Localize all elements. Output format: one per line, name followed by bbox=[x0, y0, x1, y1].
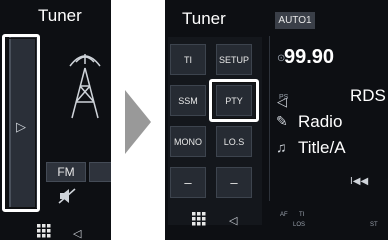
artist-title-icon: ♫ bbox=[276, 139, 287, 155]
grid-menu-icon[interactable] bbox=[37, 224, 51, 238]
grid-menu-icon[interactable] bbox=[192, 212, 206, 226]
fm-band-button[interactable]: FM bbox=[46, 162, 86, 182]
los-indicator: LOS bbox=[293, 222, 306, 228]
ti-button[interactable]: TI bbox=[170, 44, 206, 75]
tuner-screen-after: Tuner AUTO1 TI SETUP SSM PTY MONO LO.S –… bbox=[165, 0, 388, 240]
song-title-text: Title/A bbox=[298, 138, 346, 157]
auto-mode-button[interactable]: AUTO1 bbox=[275, 12, 315, 29]
lo-s-button[interactable]: LO.S bbox=[216, 126, 252, 157]
transition-arrow-icon bbox=[125, 90, 151, 154]
radio-text-icon: ✎ bbox=[276, 113, 288, 129]
ssm-button[interactable]: SSM bbox=[170, 85, 206, 116]
radio-text: Radio bbox=[298, 112, 343, 131]
back-icon[interactable]: ◁ bbox=[229, 214, 237, 227]
ps-label: PS bbox=[279, 94, 289, 101]
panel-divider bbox=[269, 36, 270, 201]
antenna-tower-icon bbox=[69, 54, 101, 119]
ps-value: RDS bbox=[350, 86, 386, 105]
minus-button[interactable]: – bbox=[216, 167, 252, 198]
band-button-partial[interactable] bbox=[89, 162, 111, 182]
screen-title: Tuner bbox=[182, 9, 226, 28]
tuner-screen-before: Tuner ▷ FM ◁ bbox=[0, 0, 111, 240]
ti-indicator: TI bbox=[299, 212, 305, 218]
highlight-callout-inner bbox=[6, 38, 36, 208]
stereo-indicator: ST bbox=[370, 222, 378, 228]
previous-track-icon[interactable]: I◀◀ bbox=[350, 176, 368, 187]
setup-button[interactable]: SETUP bbox=[216, 44, 252, 75]
minus-button[interactable]: – bbox=[170, 167, 206, 198]
highlight-callout-inner bbox=[212, 82, 256, 119]
mute-icon[interactable] bbox=[58, 188, 76, 204]
back-icon[interactable]: ◁ bbox=[73, 227, 81, 240]
af-indicator: AF bbox=[280, 212, 288, 218]
mono-button[interactable]: MONO bbox=[170, 126, 206, 157]
frequency-display: 99.90 bbox=[284, 46, 335, 68]
screen-title: Tuner bbox=[38, 6, 82, 25]
